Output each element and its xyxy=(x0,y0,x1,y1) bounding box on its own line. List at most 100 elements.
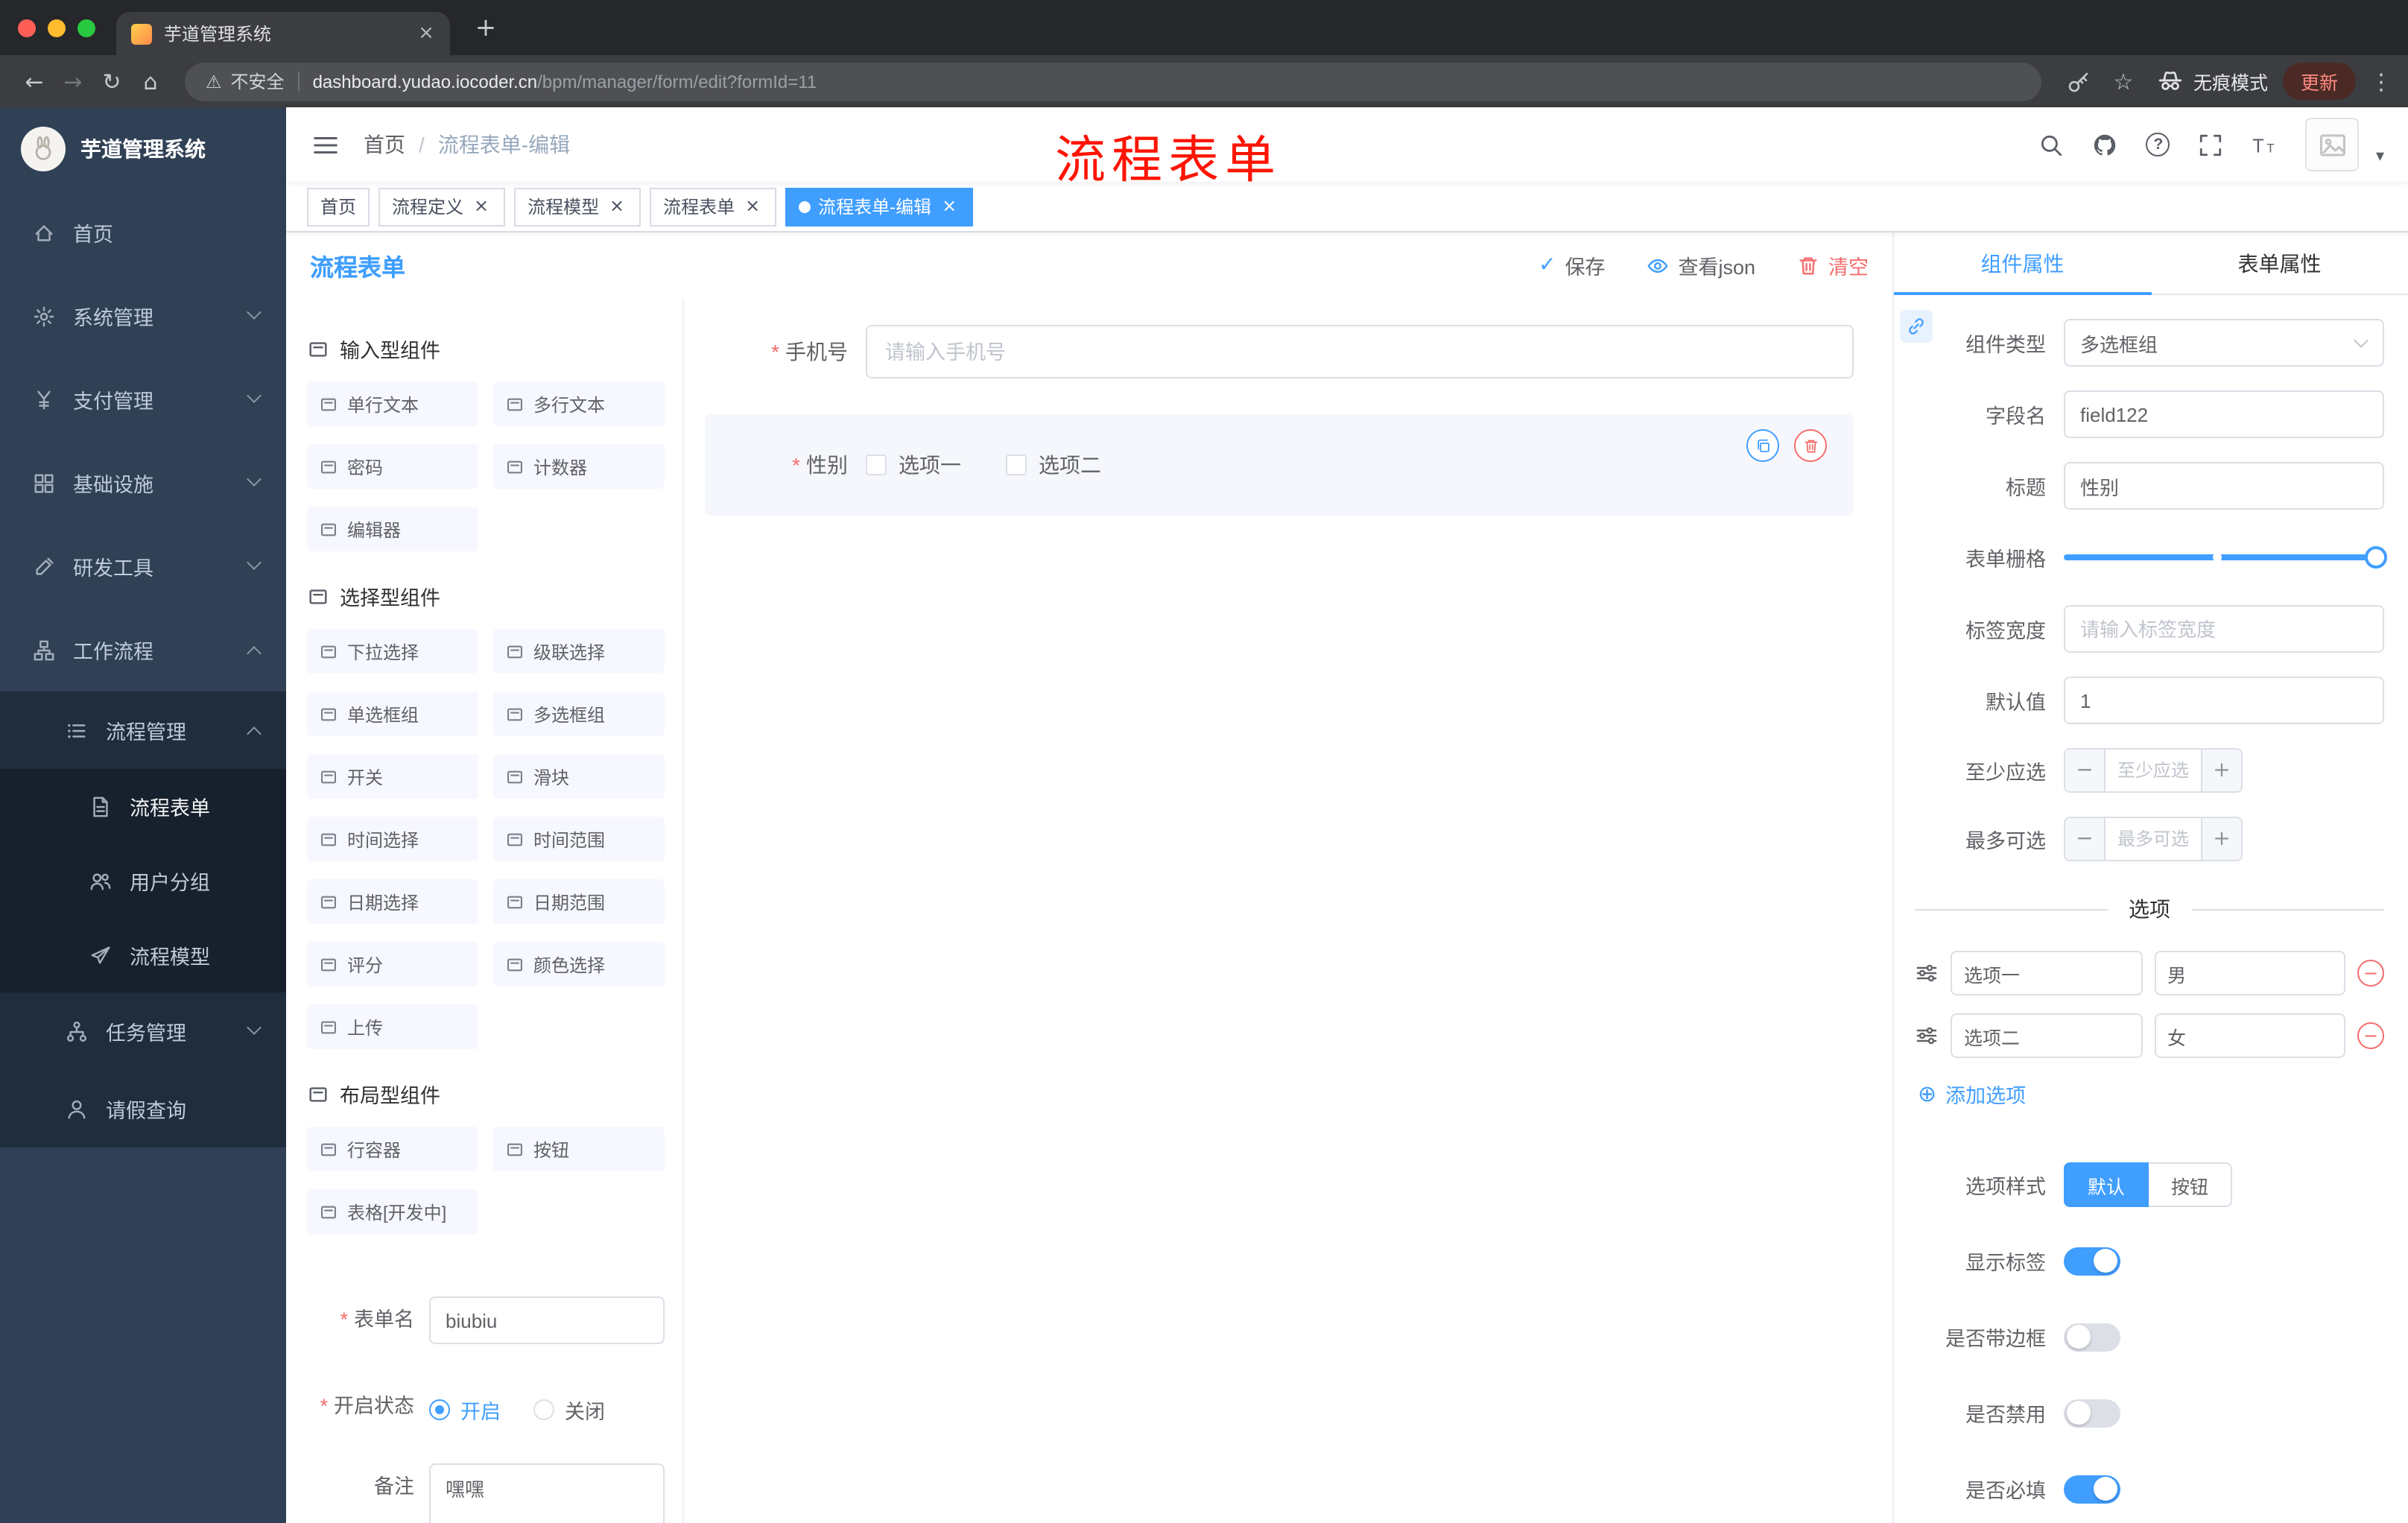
window-close-button[interactable] xyxy=(18,19,36,37)
gender-option-checkbox[interactable]: 选项二 xyxy=(1006,450,1101,480)
sidebar-item-system-management[interactable]: 系统管理 xyxy=(0,274,286,358)
tab-form-properties[interactable]: 表单属性 xyxy=(2151,232,2408,294)
tag-item[interactable]: 流程定义 × xyxy=(378,187,506,226)
github-icon[interactable] xyxy=(2093,132,2118,157)
help-icon[interactable]: ? xyxy=(2146,133,2170,156)
home-button[interactable]: ⌂ xyxy=(131,62,170,101)
border-switch[interactable] xyxy=(2064,1323,2120,1351)
tag-item[interactable]: 流程表单-编辑 × xyxy=(785,187,974,226)
option-value-input[interactable] xyxy=(2154,1013,2345,1058)
sidebar-item-leave-query[interactable]: 请假查询 xyxy=(0,1070,286,1147)
sidebar-item-process-model[interactable]: 流程模型 xyxy=(0,918,286,992)
save-button[interactable]: ✓ 保存 xyxy=(1539,250,1605,280)
disabled-switch[interactable] xyxy=(2064,1399,2120,1427)
form-grid-slider[interactable] xyxy=(2064,546,2387,569)
palette-item-time-picker[interactable]: 时间选择 xyxy=(307,817,478,861)
copy-widget-button[interactable] xyxy=(1746,429,1779,462)
tag-item[interactable]: 流程表单 × xyxy=(650,187,777,226)
minus-icon[interactable]: − xyxy=(2065,818,2106,860)
tag-close-icon[interactable]: × xyxy=(742,195,763,217)
option-value-input[interactable] xyxy=(2154,951,2345,995)
remark-textarea[interactable]: 嘿嘿 xyxy=(429,1463,665,1523)
slider-handle[interactable] xyxy=(2365,546,2387,569)
sidebar-item-infrastructure[interactable]: 基础设施 xyxy=(0,441,286,525)
app-logo[interactable]: 芋道管理系统 xyxy=(0,107,286,191)
back-button[interactable]: ← xyxy=(15,62,54,101)
password-key-icon[interactable] xyxy=(2061,63,2097,99)
palette-item-rate[interactable]: 评分 xyxy=(307,942,478,987)
option-name-input[interactable] xyxy=(1951,951,2142,995)
palette-item-row-container[interactable]: 行容器 xyxy=(307,1127,478,1171)
palette-item-button[interactable]: 按钮 xyxy=(493,1127,665,1171)
palette-item-editor[interactable]: 编辑器 xyxy=(307,507,478,551)
palette-item-counter[interactable]: 计数器 xyxy=(493,444,665,489)
sidebar-item-process-form[interactable]: 流程表单 xyxy=(0,769,286,843)
palette-item-upload[interactable]: 上传 xyxy=(307,1004,478,1049)
tag-item[interactable]: 首页 xyxy=(307,187,370,226)
view-json-button[interactable]: 查看json xyxy=(1647,250,1755,280)
gender-option-checkbox[interactable]: 选项一 xyxy=(866,450,961,480)
incognito-profile-chip[interactable]: 无痕模式 xyxy=(2158,67,2268,95)
browser-tab[interactable]: 芋道管理系统 × xyxy=(116,12,450,55)
palette-item-radio-group[interactable]: 单选框组 xyxy=(307,691,478,736)
fullscreen-icon[interactable] xyxy=(2199,132,2224,157)
plus-icon[interactable]: + xyxy=(2201,818,2241,860)
palette-item-table-dev[interactable]: 表格[开发中] xyxy=(307,1189,478,1234)
palette-item-single-line-text[interactable]: 单行文本 xyxy=(307,381,478,426)
browser-menu-icon[interactable]: ⋮ xyxy=(2369,68,2393,95)
component-type-select[interactable]: 多选框组 xyxy=(2064,319,2384,367)
sidebar-item-payment-management[interactable]: 支付管理 xyxy=(0,358,286,441)
show-label-switch[interactable] xyxy=(2064,1247,2120,1275)
clear-button[interactable]: 清空 xyxy=(1797,250,1869,280)
tag-item[interactable]: 流程模型 × xyxy=(514,187,641,226)
avatar[interactable] xyxy=(2305,118,2360,171)
delete-widget-button[interactable] xyxy=(1794,429,1827,462)
style-button-button[interactable]: 按钮 xyxy=(2147,1162,2233,1207)
option-name-input[interactable] xyxy=(1951,1013,2142,1058)
font-size-icon[interactable] xyxy=(2252,132,2278,157)
phone-field[interactable]: 手机号 xyxy=(705,325,1854,379)
palette-item-time-range[interactable]: 时间范围 xyxy=(493,817,665,861)
palette-item-slider[interactable]: 滑块 xyxy=(493,754,665,799)
new-tab-button[interactable]: + xyxy=(468,13,504,42)
tab-component-properties[interactable]: 组件属性 xyxy=(1894,232,2151,295)
add-option-button[interactable]: ⊕ 添加选项 xyxy=(1918,1079,2026,1109)
sidebar-item-user-group[interactable]: 用户分组 xyxy=(0,843,286,918)
default-value-input[interactable] xyxy=(2064,677,2384,724)
tag-close-icon[interactable]: × xyxy=(471,195,492,217)
status-off-radio[interactable]: 关闭 xyxy=(533,1395,605,1425)
palette-item-checkbox-group[interactable]: 多选框组 xyxy=(493,691,665,736)
palette-item-color-picker[interactable]: 颜色选择 xyxy=(493,942,665,987)
remove-option-button[interactable]: − xyxy=(2357,1022,2384,1049)
palette-item-multi-line-text[interactable]: 多行文本 xyxy=(493,381,665,426)
window-minimize-button[interactable] xyxy=(48,19,66,37)
breadcrumb-home[interactable]: 首页 xyxy=(364,130,405,159)
form-name-input[interactable] xyxy=(429,1296,665,1344)
field-name-input[interactable] xyxy=(2064,390,2384,438)
minus-icon[interactable]: − xyxy=(2065,750,2106,791)
palette-item-cascader[interactable]: 级联选择 xyxy=(493,629,665,674)
phone-input[interactable] xyxy=(866,325,1854,379)
title-input[interactable] xyxy=(2064,462,2384,510)
gender-field-selected[interactable]: 性别 选项一 选项二 xyxy=(705,414,1854,516)
tag-close-icon[interactable]: × xyxy=(606,195,627,217)
style-default-button[interactable]: 默认 xyxy=(2064,1162,2149,1207)
forward-button[interactable]: → xyxy=(54,62,92,101)
sidebar-item-workflow[interactable]: 工作流程 xyxy=(0,608,286,691)
sidebar-item-dev-tools[interactable]: 研发工具 xyxy=(0,525,286,608)
reload-button[interactable]: ↻ xyxy=(92,62,131,101)
address-bar[interactable]: ⚠ 不安全 dashboard.yudao.iocoder.cn/bpm/man… xyxy=(185,62,2041,101)
palette-item-date-picker[interactable]: 日期选择 xyxy=(307,879,478,924)
plus-icon[interactable]: + xyxy=(2201,750,2241,791)
label-width-input[interactable] xyxy=(2064,605,2384,653)
palette-item-select[interactable]: 下拉选择 xyxy=(307,629,478,674)
sidebar-item-home[interactable]: 首页 xyxy=(0,191,286,274)
palette-item-date-range[interactable]: 日期范围 xyxy=(493,879,665,924)
min-select-input[interactable] xyxy=(2106,750,2201,791)
remove-option-button[interactable]: − xyxy=(2357,960,2384,987)
bookmark-star-icon[interactable]: ☆ xyxy=(2106,63,2141,99)
palette-item-switch[interactable]: 开关 xyxy=(307,754,478,799)
status-on-radio[interactable]: 开启 xyxy=(429,1395,501,1425)
link-icon[interactable] xyxy=(1900,310,1933,343)
palette-item-password[interactable]: 密码 xyxy=(307,444,478,489)
